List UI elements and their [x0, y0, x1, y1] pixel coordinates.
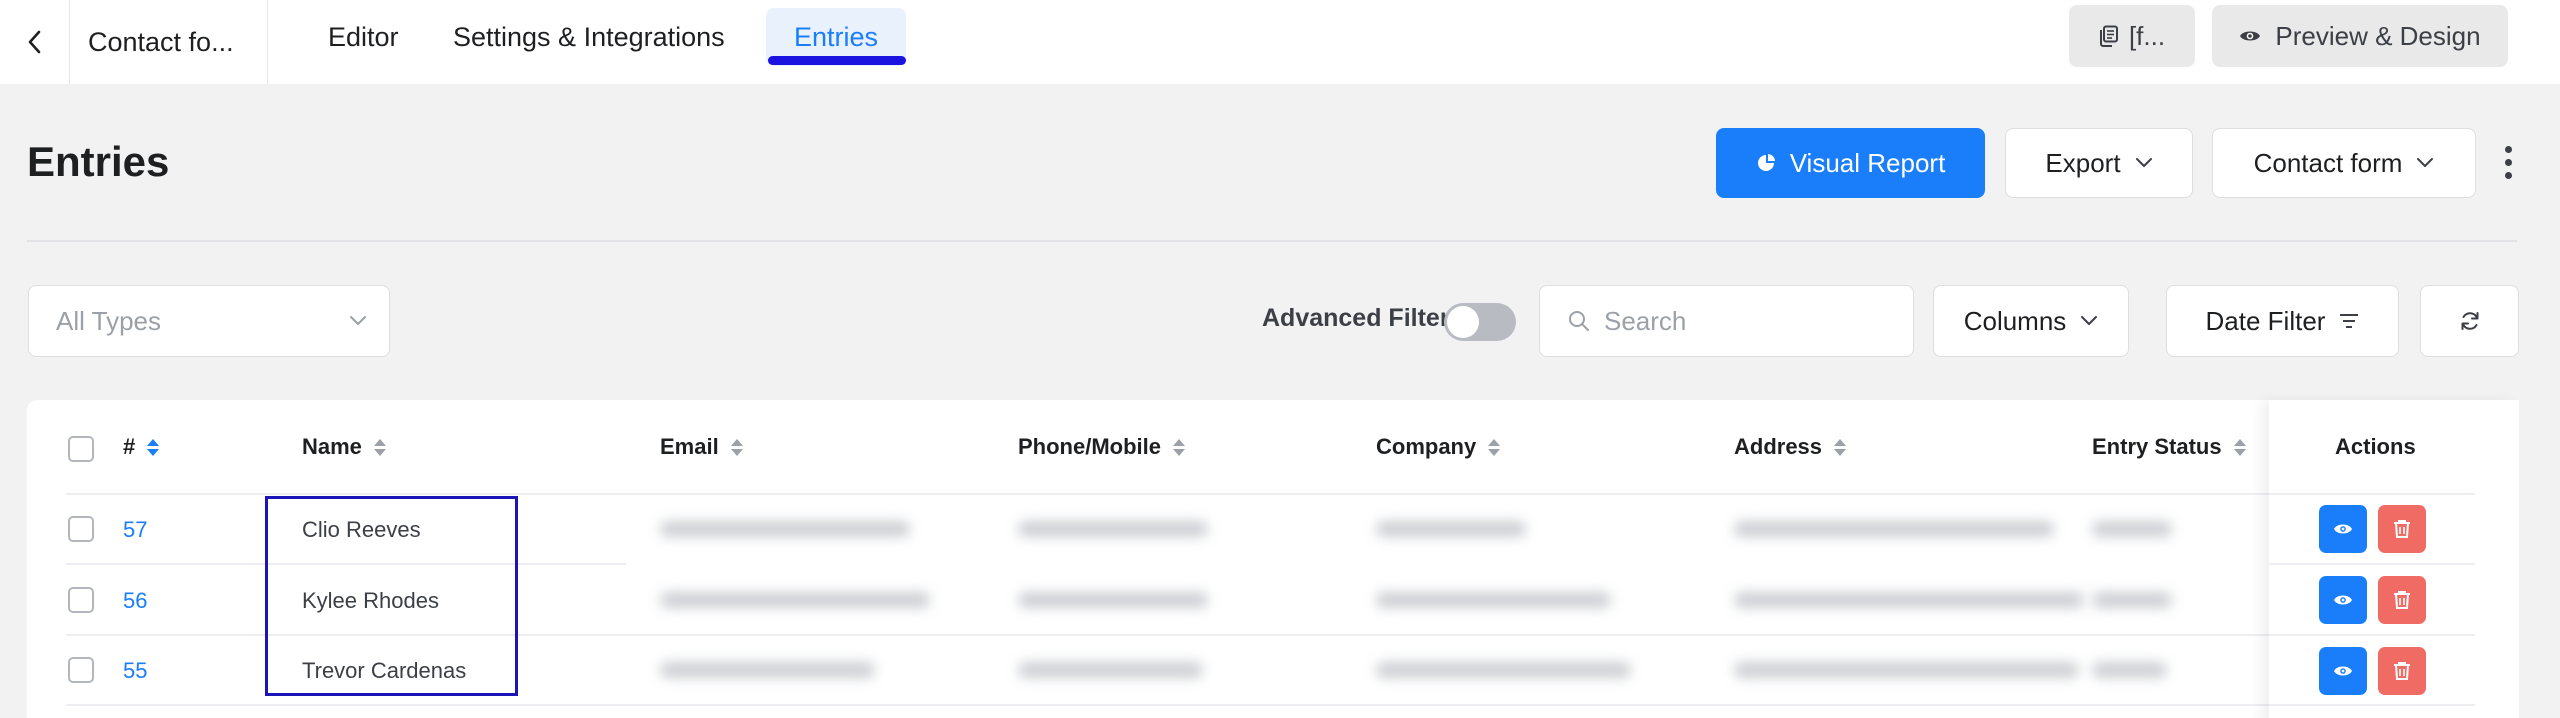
column-header-address[interactable]: Address — [1734, 432, 1847, 462]
header-divider — [27, 240, 2517, 242]
row-checkbox[interactable] — [68, 587, 94, 613]
search-field[interactable] — [1539, 285, 1914, 357]
export-label: Export — [2045, 147, 2121, 178]
name-column-highlight — [265, 496, 518, 696]
trash-icon — [2394, 662, 2410, 680]
chevron-down-icon — [350, 316, 366, 325]
row-divider — [2269, 634, 2475, 636]
row-divider — [2269, 704, 2475, 706]
refresh-icon — [2461, 312, 2478, 330]
visual-report-button[interactable]: Visual Report — [1716, 128, 1985, 198]
tab-editor[interactable]: Editor — [328, 8, 399, 66]
refresh-button[interactable] — [2420, 285, 2519, 357]
redacted-phone — [1018, 662, 1203, 678]
redacted-email — [660, 592, 930, 608]
eye-icon — [2240, 31, 2261, 41]
eye-icon — [2334, 666, 2352, 676]
trash-icon — [2394, 591, 2410, 609]
shortcode-label: [f... — [2128, 20, 2166, 51]
entry-id-link[interactable]: 57 — [123, 517, 147, 543]
date-filter-label: Date Filter — [2205, 305, 2326, 336]
redacted-status — [2092, 662, 2167, 678]
visual-report-label: Visual Report — [1789, 147, 1946, 178]
view-entry-button[interactable] — [2319, 576, 2367, 624]
sort-icon — [1173, 438, 1185, 456]
delete-entry-button[interactable] — [2378, 505, 2426, 553]
column-header-phone[interactable]: Phone/Mobile — [1018, 432, 1185, 462]
redacted-address — [1734, 662, 2079, 678]
delete-entry-button[interactable] — [2378, 647, 2426, 695]
chevron-down-icon — [2417, 158, 2434, 167]
row-divider — [66, 493, 2269, 495]
redacted-phone — [1018, 592, 1208, 608]
chevron-left-icon — [28, 30, 40, 54]
entry-id-link[interactable]: 56 — [123, 588, 147, 614]
row-checkbox[interactable] — [68, 516, 94, 542]
redacted-email — [660, 662, 875, 678]
redacted-address — [1734, 592, 2084, 608]
chevron-down-icon — [2081, 316, 2098, 325]
filter-lines-icon — [2340, 314, 2359, 328]
view-entry-button[interactable] — [2319, 505, 2367, 553]
form-select-label: Contact form — [2253, 147, 2403, 178]
advanced-filter-toggle[interactable] — [1444, 303, 1516, 341]
redacted-address — [1734, 521, 2054, 537]
redacted-status — [2092, 592, 2172, 608]
column-header-name[interactable]: Name — [302, 432, 386, 462]
redacted-email — [660, 521, 910, 537]
eye-icon — [2334, 524, 2352, 534]
sort-icon — [1488, 438, 1501, 456]
form-select-dropdown[interactable]: Contact form — [2212, 128, 2476, 198]
redacted-company — [1376, 592, 1611, 608]
sort-icon — [373, 438, 386, 456]
entry-id-link[interactable]: 55 — [123, 658, 147, 684]
redacted-phone — [1018, 521, 1208, 537]
row-divider — [2269, 493, 2475, 495]
column-header-entry-status[interactable]: Entry Status — [2092, 432, 2246, 462]
form-title[interactable]: Contact fo... — [70, 0, 268, 84]
kebab-menu-icon[interactable] — [2496, 140, 2520, 184]
back-button[interactable] — [0, 0, 70, 84]
row-divider — [2269, 563, 2475, 565]
search-input[interactable] — [1604, 305, 1904, 337]
export-button[interactable]: Export — [2005, 128, 2193, 198]
column-header-email[interactable]: Email — [660, 432, 743, 462]
row-checkbox[interactable] — [68, 657, 94, 683]
tab-settings-integrations[interactable]: Settings & Integrations — [453, 8, 725, 66]
columns-button[interactable]: Columns — [1933, 285, 2129, 357]
trash-icon — [2394, 520, 2410, 538]
search-icon — [1569, 311, 1589, 331]
type-filter-placeholder: All Types — [56, 305, 162, 336]
redacted-status — [2092, 521, 2172, 537]
view-entry-button[interactable] — [2319, 647, 2367, 695]
advanced-filter-label: Advanced Filter — [1262, 304, 1450, 332]
toggle-knob — [1447, 306, 1479, 338]
preview-design-button[interactable]: Preview & Design — [2212, 5, 2508, 67]
top-bar: Contact fo... Editor Settings & Integrat… — [0, 0, 2560, 84]
column-header-id[interactable]: # — [123, 432, 160, 462]
sort-icon — [147, 438, 160, 456]
redacted-company — [1376, 521, 1526, 537]
preview-design-label: Preview & Design — [2275, 20, 2481, 51]
column-header-actions: Actions — [2335, 434, 2416, 459]
type-filter-select[interactable]: All Types — [28, 285, 390, 357]
redacted-company — [1376, 662, 1631, 678]
sort-icon — [730, 438, 743, 456]
sort-icon — [1834, 438, 1847, 456]
copy-icon — [2099, 25, 2118, 47]
chevron-down-icon — [2135, 158, 2152, 167]
shortcode-button[interactable]: [f... — [2069, 5, 2195, 67]
eye-icon — [2334, 595, 2352, 605]
active-tab-underline — [768, 56, 906, 65]
sort-icon — [2233, 438, 2246, 456]
select-all-checkbox[interactable] — [68, 436, 94, 462]
column-header-company[interactable]: Company — [1376, 432, 1501, 462]
delete-entry-button[interactable] — [2378, 576, 2426, 624]
columns-label: Columns — [1963, 305, 2067, 336]
row-divider — [66, 704, 2269, 706]
date-filter-button[interactable]: Date Filter — [2166, 285, 2399, 357]
pie-chart-icon — [1757, 154, 1775, 171]
page-title: Entries — [27, 138, 170, 185]
